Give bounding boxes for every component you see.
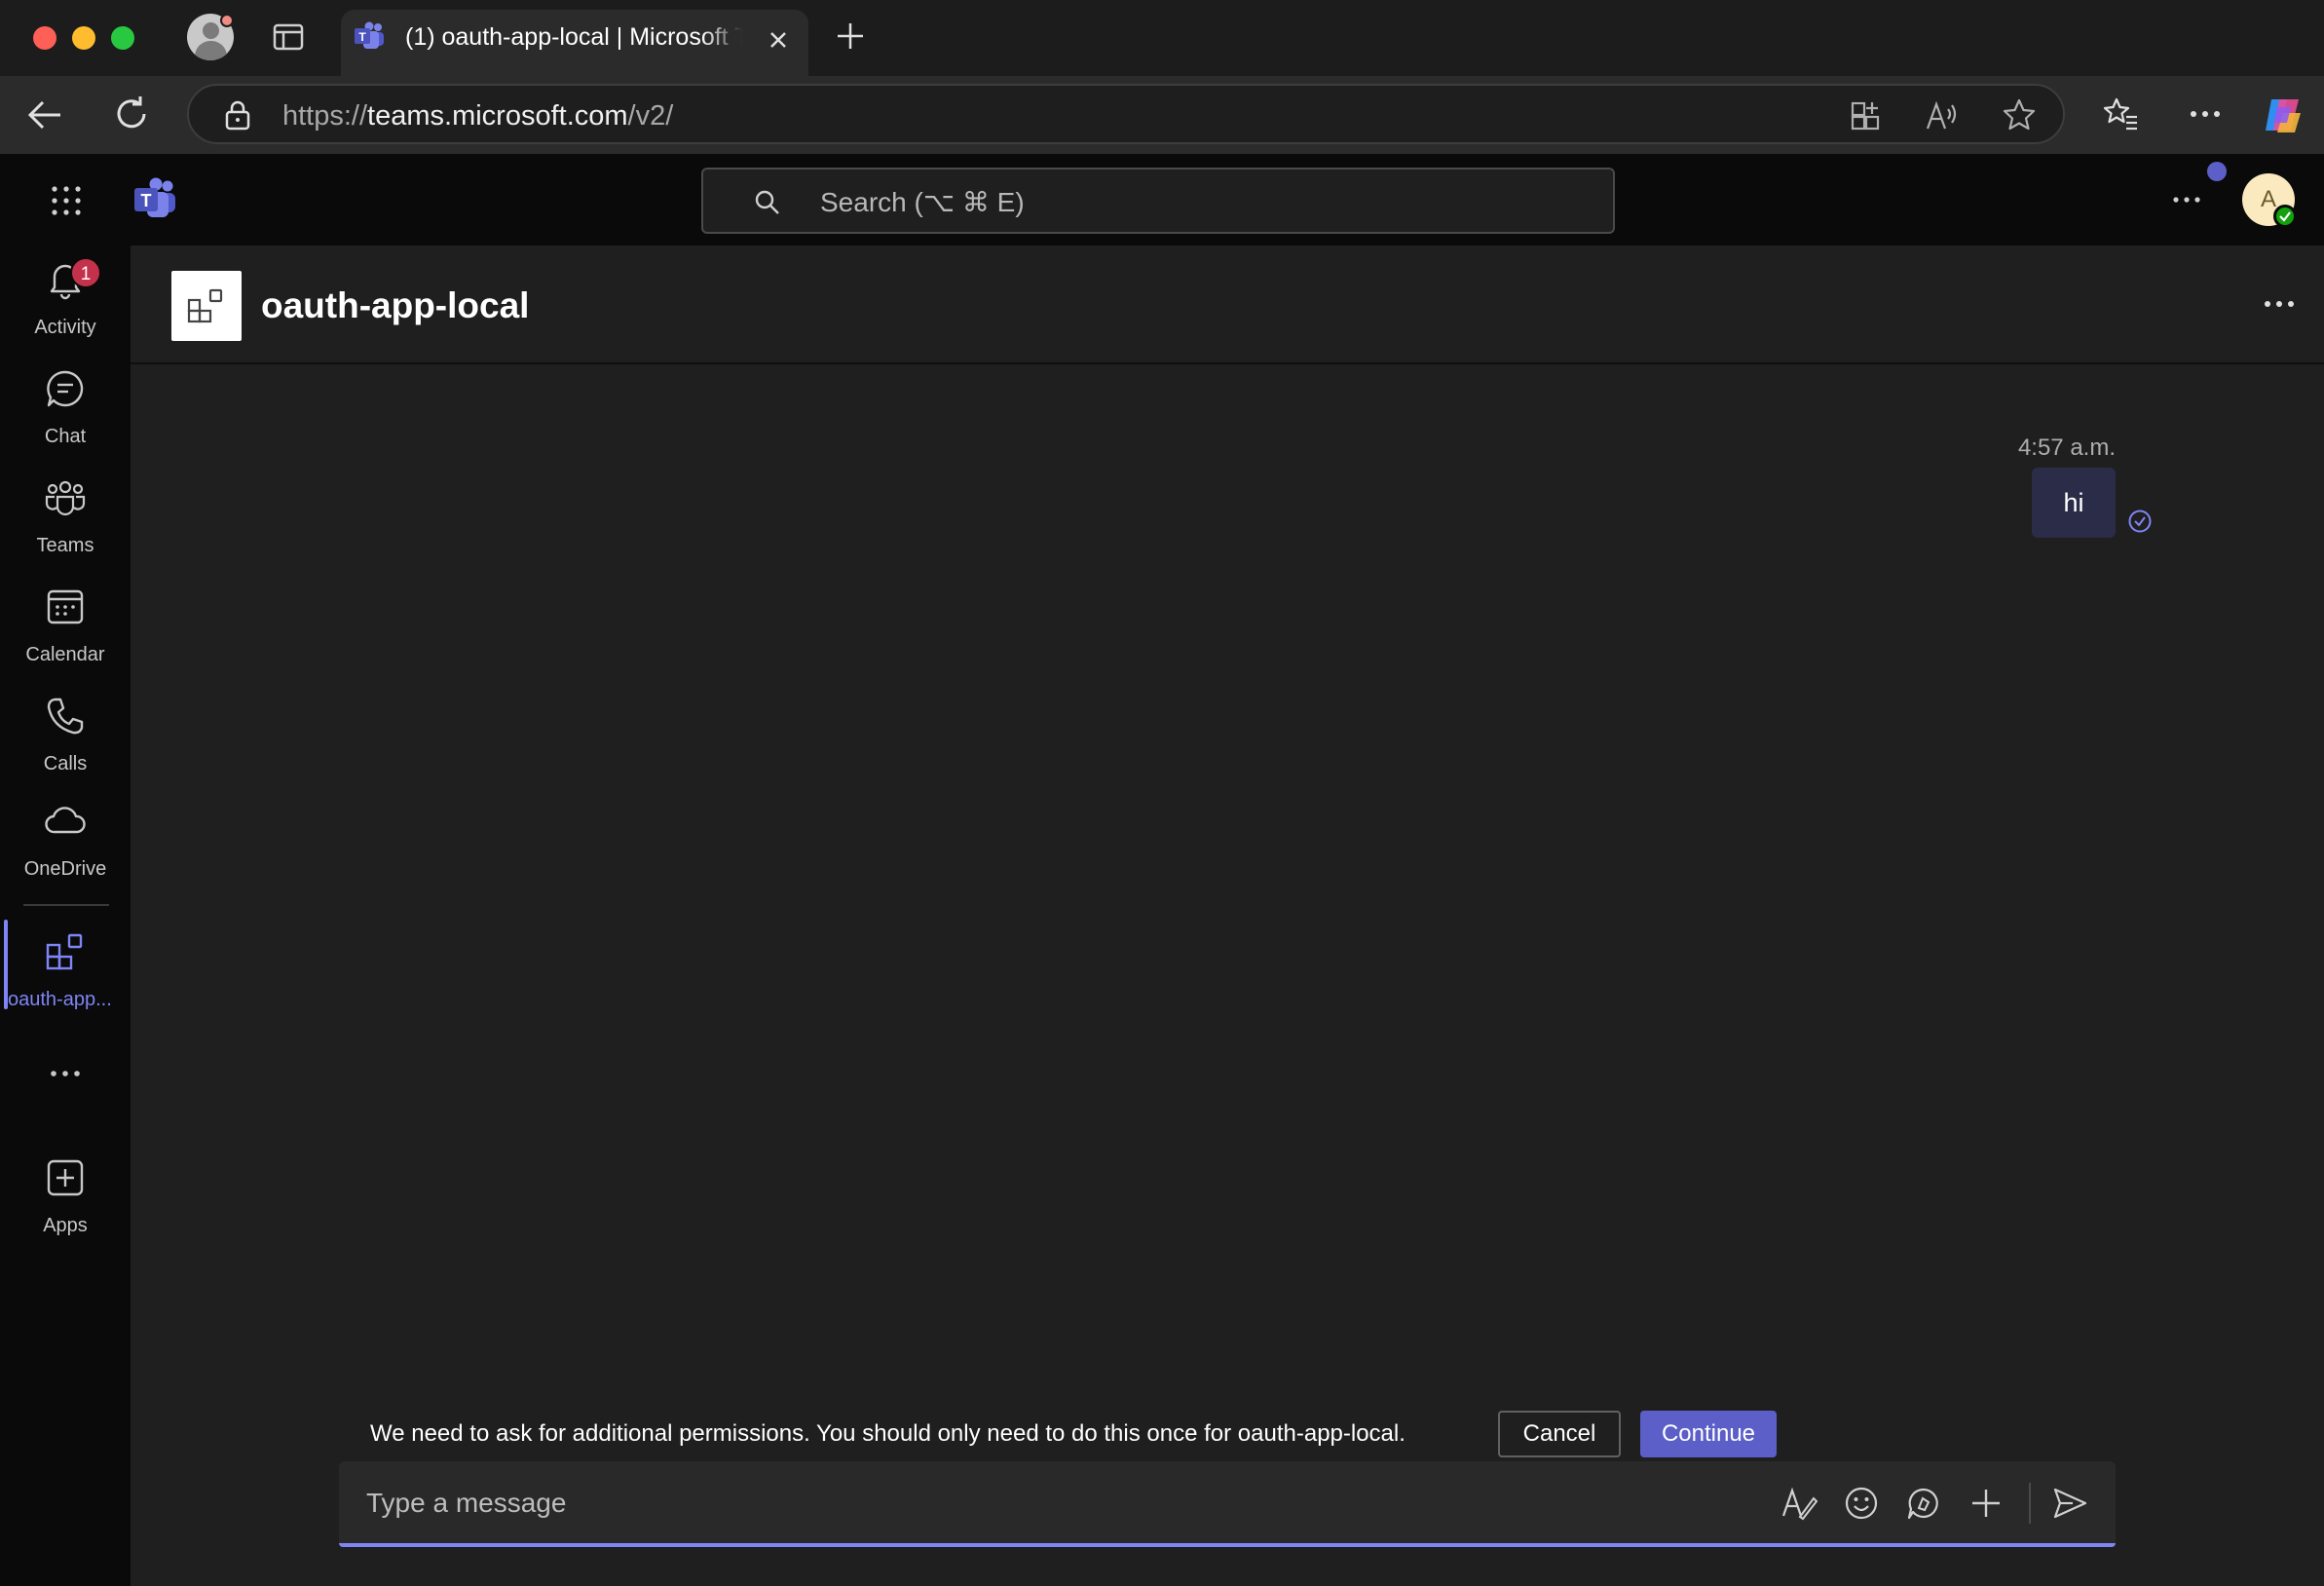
profile-head [203,22,219,39]
tab-actions-icon[interactable] [273,23,304,51]
message-bubble[interactable]: hi [2032,468,2116,538]
app-launcher-waffle-icon[interactable] [49,183,84,218]
refresh-icon[interactable] [111,94,152,134]
chat-more-options-icon[interactable] [2262,294,2297,314]
rail-item-oauth-app[interactable]: oauth-app... [0,918,131,1015]
browser-toolbar: https://teams.microsoft.com/v2/ [0,76,2324,154]
window-close-button[interactable] [33,26,56,50]
compose-box [339,1461,2116,1547]
calendar-icon [47,589,84,624]
search-placeholder: Search (⌥ ⌘ E) [820,187,1025,217]
continue-button[interactable]: Continue [1640,1411,1777,1457]
rail-item-calls[interactable]: Calls [0,682,131,779]
rail-label-oauth-app: oauth-app... [8,989,112,1010]
teams-favicon-icon: T [355,21,384,49]
message-sent-check-icon [2128,510,2152,533]
rail-label-calendar: Calendar [25,644,105,665]
url-host: teams.microsoft.com [367,100,628,132]
teams-icon [45,480,86,516]
cloud-icon [45,807,86,834]
copilot-icon[interactable] [2262,94,2305,136]
rail-label-onedrive: OneDrive [23,858,107,880]
chat-title: oauth-app-local [261,285,530,325]
rail-item-teams[interactable]: Teams [0,464,131,561]
presence-available-icon [2273,205,2297,228]
url-scheme: https:// [282,100,368,132]
favorite-star-icon[interactable] [2001,97,2038,132]
phone-icon [47,698,84,735]
message-input[interactable] [366,1487,1730,1520]
message-timestamp: 4:57 a.m. [2017,434,2116,461]
rail-label-chat: Chat [44,426,87,447]
add-app-icon [47,1159,84,1196]
send-icon[interactable] [2051,1485,2088,1522]
favorites-icon[interactable] [2102,95,2139,132]
teams-header-more-icon[interactable] [2170,189,2203,210]
rail-label-calls: Calls [43,753,88,774]
rail-more-icon[interactable] [47,1064,84,1083]
rail-label-apps: Apps [43,1215,88,1236]
teams-logo-icon: T [134,177,175,217]
cancel-button[interactable]: Cancel [1498,1411,1621,1457]
browser-more-icon[interactable] [2186,101,2225,127]
app-rail: 1 Activity Chat Teams Calendar Calls One… [0,245,131,1586]
window-maximize-button[interactable] [111,26,134,50]
back-arrow-icon[interactable] [25,95,64,134]
window-minimize-button[interactable] [72,26,95,50]
url-path: /v2/ [627,100,674,132]
profile-notification-dot [220,14,234,27]
search-icon [755,190,779,214]
svg-text:T: T [141,191,152,210]
profile-body [195,41,227,60]
chat-header: oauth-app-local [131,245,2324,364]
teams-header: T Search (⌥ ⌘ E) A [0,154,2324,245]
lock-icon[interactable] [224,99,251,131]
new-tab-icon[interactable] [834,19,867,53]
app-tile [171,271,242,341]
rail-item-activity[interactable]: 1 Activity [0,245,131,343]
app-tile-icon [187,288,223,323]
rail-divider [23,904,109,906]
chat-icon [47,370,84,407]
attach-plus-icon[interactable] [1968,1485,2005,1522]
rail-item-apps[interactable]: Apps [0,1144,131,1241]
rail-item-onedrive[interactable]: OneDrive [0,787,131,885]
teams-search-box[interactable]: Search (⌥ ⌘ E) [701,168,1615,234]
svg-text:T: T [358,30,366,44]
app-available-icon[interactable] [1849,99,1884,132]
rail-label-activity: Activity [34,317,96,338]
activity-badge: 1 [70,257,101,288]
browser-tab-strip: T (1) oauth-app-local | Microsoft Teams [0,0,2324,76]
browser-tab-title: (1) oauth-app-local | Microsoft Teams [405,23,742,51]
format-icon[interactable] [1780,1485,1818,1522]
notification-dot [2207,162,2227,181]
emoji-icon[interactable] [1843,1485,1880,1522]
compose-separator [2029,1483,2031,1524]
url-text: https://teams.microsoft.com/v2/ [282,99,673,132]
read-aloud-icon[interactable] [1925,99,1960,132]
loop-icon[interactable] [1905,1485,1942,1522]
rail-label-teams: Teams [36,535,94,556]
permission-prompt-text: We need to ask for additional permission… [370,1420,1406,1447]
tab-close-icon[interactable] [764,25,793,55]
app-icon [46,933,83,970]
address-bar[interactable]: https://teams.microsoft.com/v2/ [187,84,2065,144]
rail-item-chat[interactable]: Chat [0,355,131,452]
rail-item-calendar[interactable]: Calendar [0,573,131,670]
